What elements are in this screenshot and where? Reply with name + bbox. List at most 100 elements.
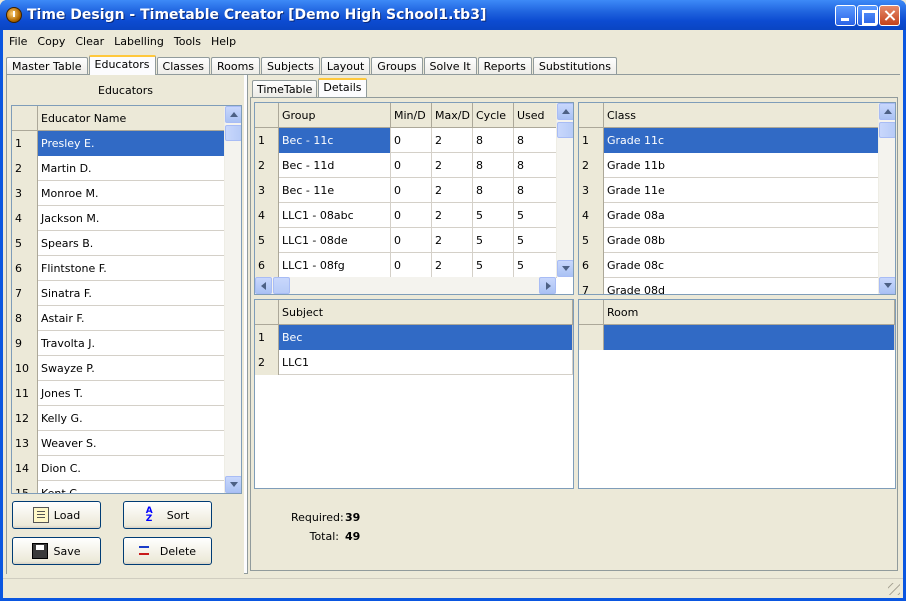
menu-copy[interactable]: Copy: [31, 33, 69, 51]
cycle-cell[interactable]: 5: [473, 203, 514, 228]
max-per-day-header[interactable]: Max/D: [432, 103, 473, 128]
tab-reports[interactable]: Reports: [477, 57, 532, 75]
title-bar[interactable]: Time Design - Timetable Creator [Demo Hi…: [0, 0, 906, 30]
min-per-day-cell[interactable]: 0: [391, 228, 432, 253]
scroll-down-button[interactable]: [879, 277, 895, 294]
table-row[interactable]: 12 Kelly G.: [12, 406, 225, 431]
educator-name-cell[interactable]: Kelly G.: [38, 406, 225, 431]
class-cell[interactable]: Grade 08b: [604, 228, 879, 253]
used-cell[interactable]: 5: [514, 228, 557, 253]
min-per-day-cell[interactable]: 0: [391, 178, 432, 203]
educators-grid[interactable]: Educator Name 1 Presley E. 2 Martin D. 3 Monr…: [11, 105, 242, 494]
class-cell[interactable]: Grade 08a: [604, 203, 879, 228]
resize-grip-icon[interactable]: [888, 583, 900, 595]
table-row[interactable]: 8 Astair F.: [12, 306, 225, 331]
subject-cell[interactable]: LLC1: [279, 350, 573, 375]
used-cell[interactable]: 8: [514, 128, 557, 153]
load-button[interactable]: Load: [12, 501, 101, 529]
table-row[interactable]: 14 Dion C.: [12, 456, 225, 481]
educators-vscroll[interactable]: [224, 106, 241, 493]
table-row[interactable]: 1 Bec - 11c 0 2 8 8: [255, 128, 557, 153]
table-row[interactable]: 7 Grade 08d: [579, 278, 879, 294]
class-header[interactable]: Class: [604, 103, 879, 128]
horizontal-scroll-thumb[interactable]: [273, 277, 290, 294]
minimize-button[interactable]: [835, 5, 856, 26]
close-button[interactable]: [879, 5, 900, 26]
maximize-button[interactable]: [857, 5, 878, 26]
cycle-cell[interactable]: 8: [473, 178, 514, 203]
scroll-thumb[interactable]: [879, 122, 895, 138]
max-per-day-cell[interactable]: 2: [432, 253, 473, 278]
room-header[interactable]: Room: [604, 300, 895, 325]
tab-substitutions[interactable]: Substitutions: [532, 57, 617, 75]
class-cell[interactable]: Grade 11c: [604, 128, 879, 153]
educator-name-cell[interactable]: Spears B.: [38, 231, 225, 256]
min-per-day-cell[interactable]: 0: [391, 153, 432, 178]
min-per-day-header[interactable]: Min/D: [391, 103, 432, 128]
group-cell[interactable]: LLC1 - 08fg: [279, 253, 391, 278]
subtab-details[interactable]: Details: [318, 78, 367, 97]
used-cell[interactable]: 5: [514, 253, 557, 278]
table-row[interactable]: 2 Grade 11b: [579, 153, 879, 178]
group-cell[interactable]: Bec - 11d: [279, 153, 391, 178]
scroll-down-button[interactable]: [557, 260, 573, 277]
table-row[interactable]: 5 Spears B.: [12, 231, 225, 256]
table-row[interactable]: 4 Jackson M.: [12, 206, 225, 231]
menu-clear[interactable]: Clear: [69, 33, 108, 51]
table-row[interactable]: 4 LLC1 - 08abc 0 2 5 5: [255, 203, 557, 228]
rooms-grid[interactable]: Room: [578, 299, 896, 489]
group-cell[interactable]: Bec - 11e: [279, 178, 391, 203]
educator-name-cell[interactable]: Jackson M.: [38, 206, 225, 231]
table-row[interactable]: 1 Bec: [255, 325, 573, 350]
table-row[interactable]: 10 Swayze P.: [12, 356, 225, 381]
min-per-day-cell[interactable]: 0: [391, 253, 432, 278]
group-header[interactable]: Group: [279, 103, 391, 128]
max-per-day-cell[interactable]: 2: [432, 153, 473, 178]
class-cell[interactable]: Grade 08d: [604, 278, 879, 294]
scroll-right-button[interactable]: [539, 277, 556, 294]
class-cell[interactable]: Grade 08c: [604, 253, 879, 278]
educator-name-cell[interactable]: Flintstone F.: [38, 256, 225, 281]
menu-help[interactable]: Help: [205, 33, 240, 51]
table-row[interactable]: 2 Martin D.: [12, 156, 225, 181]
min-per-day-cell[interactable]: 0: [391, 203, 432, 228]
educator-name-cell[interactable]: Dion C.: [38, 456, 225, 481]
educator-name-header[interactable]: Educator Name: [38, 106, 225, 131]
save-button[interactable]: Save: [12, 537, 101, 565]
classes-grid[interactable]: Class 1 Grade 11c 2 Grade 11b 3 Grade 11e 4 Gra…: [578, 102, 896, 295]
educator-name-cell[interactable]: Weaver S.: [38, 431, 225, 456]
table-row[interactable]: 5 Grade 08b: [579, 228, 879, 253]
max-per-day-cell[interactable]: 2: [432, 228, 473, 253]
scroll-thumb[interactable]: [225, 125, 241, 141]
scroll-thumb[interactable]: [557, 122, 573, 138]
max-per-day-cell[interactable]: 2: [432, 128, 473, 153]
tab-rooms[interactable]: Rooms: [210, 57, 261, 75]
table-row[interactable]: 3 Grade 11e: [579, 178, 879, 203]
table-row[interactable]: 2 LLC1: [255, 350, 573, 375]
scroll-left-button[interactable]: [255, 277, 272, 294]
table-row[interactable]: 4 Grade 08a: [579, 203, 879, 228]
cycle-header[interactable]: Cycle: [473, 103, 514, 128]
educator-name-cell[interactable]: Martin D.: [38, 156, 225, 181]
min-per-day-cell[interactable]: 0: [391, 128, 432, 153]
educator-name-cell[interactable]: Swayze P.: [38, 356, 225, 381]
scroll-up-button[interactable]: [225, 106, 241, 123]
educator-name-cell[interactable]: Jones T.: [38, 381, 225, 406]
table-row[interactable]: 2 Bec - 11d 0 2 8 8: [255, 153, 557, 178]
table-row[interactable]: 6 LLC1 - 08fg 0 2 5 5: [255, 253, 557, 278]
educator-name-cell[interactable]: Travolta J.: [38, 331, 225, 356]
used-header[interactable]: Used: [514, 103, 557, 128]
group-cell[interactable]: LLC1 - 08de: [279, 228, 391, 253]
educator-name-cell[interactable]: Kent C.: [38, 481, 225, 493]
table-row[interactable]: 9 Travolta J.: [12, 331, 225, 356]
group-cell[interactable]: LLC1 - 08abc: [279, 203, 391, 228]
educator-name-cell[interactable]: Astair F.: [38, 306, 225, 331]
scroll-up-button[interactable]: [879, 103, 895, 120]
groups-grid[interactable]: Group Min/D Max/D Cycle Used 1 Bec - 11c 0…: [254, 102, 574, 295]
menu-file[interactable]: File: [3, 33, 31, 51]
table-row[interactable]: 7 Sinatra F.: [12, 281, 225, 306]
used-cell[interactable]: 5: [514, 203, 557, 228]
app-icon[interactable]: [6, 7, 22, 23]
used-cell[interactable]: 8: [514, 178, 557, 203]
table-row[interactable]: 6 Flintstone F.: [12, 256, 225, 281]
